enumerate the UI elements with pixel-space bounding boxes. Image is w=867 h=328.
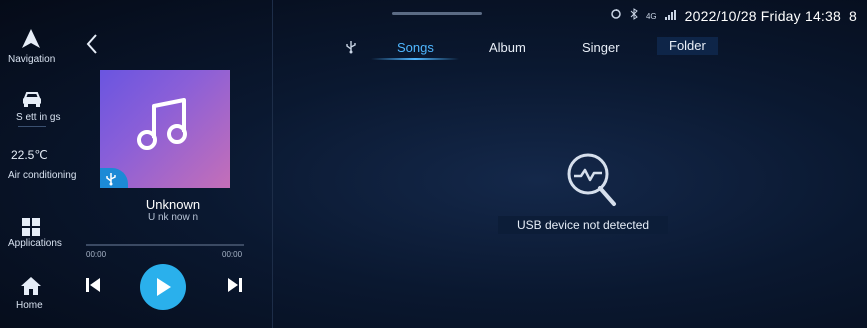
elapsed-time: 00:00: [86, 250, 107, 259]
usb-icon: [106, 173, 116, 186]
source-tabs: Songs Album Singer Folder: [273, 36, 867, 66]
screen: Navigation S ett in gs 22.5℃ Air conditi…: [0, 0, 867, 328]
sidebar-item-applications[interactable]: Applications: [0, 214, 76, 254]
progress-bar[interactable]: [86, 244, 244, 246]
status-bar: 4G 2022/10/28 Friday 14:38 8: [610, 6, 857, 26]
tab-singer[interactable]: Singer: [582, 40, 620, 55]
signal-bars-icon: [664, 7, 677, 25]
next-track-button[interactable]: [226, 276, 244, 294]
sync-icon: [610, 7, 622, 25]
tab-songs[interactable]: Songs: [397, 40, 434, 55]
sidebar-item-air-conditioning[interactable]: 22.5℃ Air conditioning: [0, 144, 76, 184]
play-icon: [157, 278, 171, 296]
skip-next-icon: [228, 278, 242, 292]
sidebar-item-navigation[interactable]: Navigation: [0, 22, 76, 68]
drag-handle[interactable]: [392, 12, 482, 15]
track-title: Unknown: [145, 197, 201, 212]
play-button[interactable]: [140, 264, 186, 310]
empty-state-message: USB device not detected: [498, 216, 668, 234]
sidebar: Navigation S ett in gs 22.5℃ Air conditi…: [0, 0, 76, 328]
home-icon: [20, 276, 42, 301]
chevron-left-icon: [86, 34, 97, 54]
battery-indicator: 8: [849, 8, 857, 24]
bluetooth-icon: [630, 7, 638, 25]
track-artist: U nk now n: [147, 212, 199, 223]
total-time: 00:00: [222, 250, 243, 259]
sidebar-item-label: Home: [16, 300, 43, 311]
usb-source-badge: [100, 168, 128, 188]
sidebar-item-label: S ett in gs: [16, 112, 61, 123]
usb-source-icon[interactable]: [345, 40, 357, 59]
navigation-arrow-icon: [20, 28, 42, 55]
tab-folder[interactable]: Folder: [657, 37, 718, 55]
active-tab-indicator: [371, 58, 459, 60]
date-time: 2022/10/28 Friday 14:38: [684, 8, 841, 24]
search-no-device-icon: [564, 150, 620, 215]
temperature-value: 22.5℃: [11, 148, 48, 162]
sidebar-item-home[interactable]: Home: [0, 272, 76, 316]
back-button[interactable]: [82, 32, 102, 56]
sidebar-item-label: Navigation: [8, 54, 56, 65]
car-icon: [22, 92, 42, 113]
divider: [18, 126, 46, 127]
sidebar-item-label: Air conditioning: [8, 170, 77, 181]
network-type: 4G: [645, 11, 657, 21]
skip-previous-icon: [86, 278, 100, 292]
sidebar-item-settings[interactable]: S ett in gs: [0, 88, 76, 128]
previous-track-button[interactable]: [84, 276, 102, 294]
tab-album[interactable]: Album: [489, 40, 526, 55]
album-cover[interactable]: [100, 70, 230, 188]
music-player-panel: Unknown U nk now n 00:00 00:00: [76, 0, 272, 328]
music-note-icon: [136, 96, 192, 159]
sidebar-item-label: Applications: [8, 238, 62, 249]
